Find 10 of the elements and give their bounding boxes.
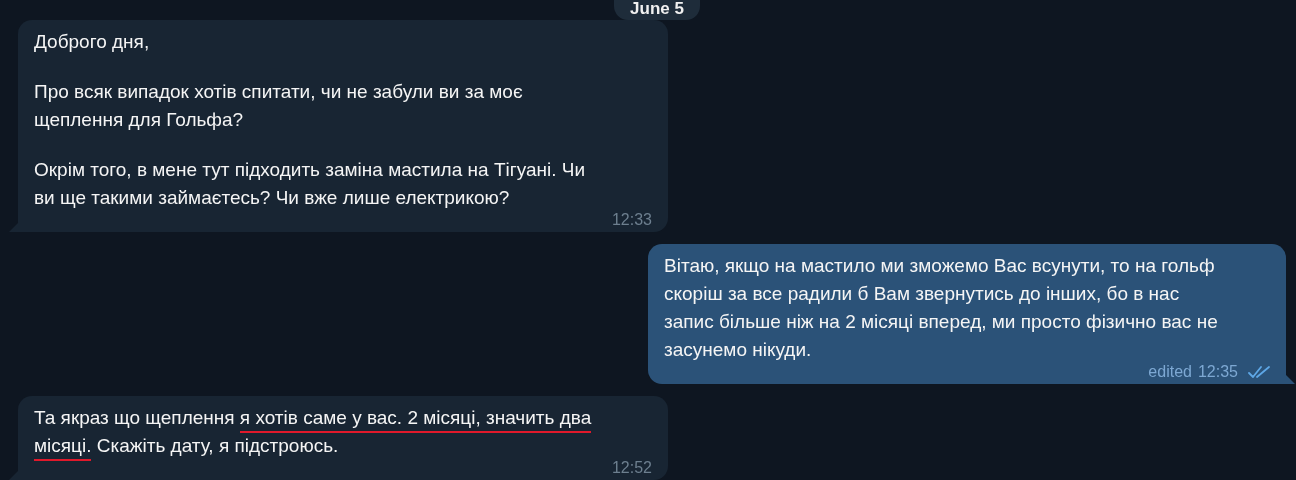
date-separator: June 5 (614, 0, 700, 20)
message-text: Про всяк випадок хотів спитати, чи не забули ви за моє щеплення для Гольфа? (34, 80, 524, 132)
message-text: Та якраз що щеплення я хотів саме у вас. 2 місяці, значить два місяці. Скажіть дату, я підстроюсь. (34, 404, 600, 460)
message-text: Доброго дня, (34, 30, 151, 54)
message-text: Окрім того, в мене тут підходить заміна мастила на Тігуані. Чи ви ще такими займаєтесь? Чи вже лише електрикою? (34, 158, 587, 210)
message-time: 12:35 (1197, 364, 1238, 380)
edited-label: edited (1148, 364, 1192, 380)
message-time: 12:33 (611, 212, 652, 228)
message-time: 12:52 (611, 460, 652, 476)
message-text: Вітаю, якщо на мастило ми зможемо Вас всунути, то на гольф скоріш за все радили б Вам звернутись до інших, бо в нас запис більше ніж на 2 місяці вперед, ми просто фізично вас не засунемо нікуди. (664, 254, 1219, 362)
